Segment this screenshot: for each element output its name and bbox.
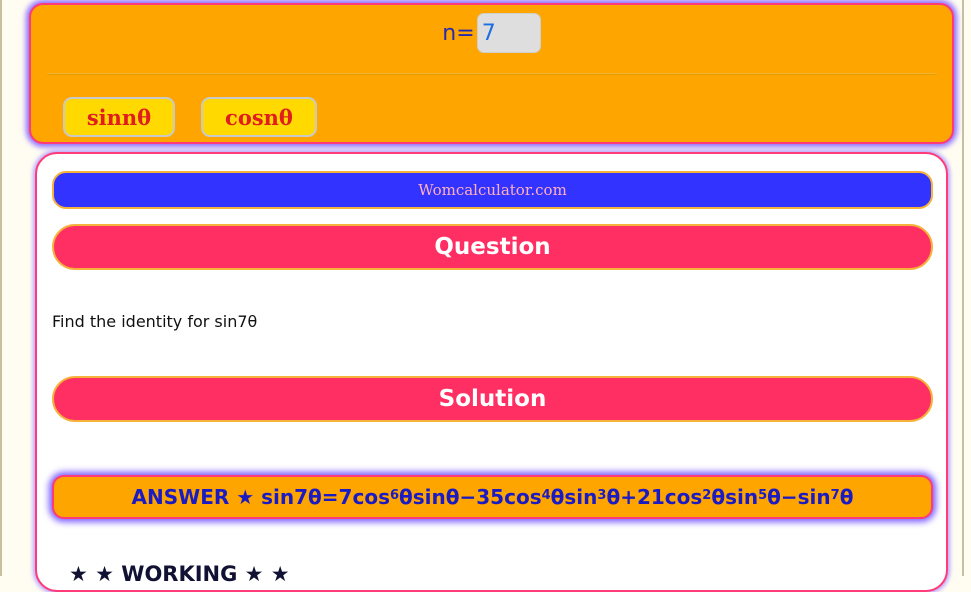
- working-heading: ★ ★ WORKING ★ ★: [69, 562, 290, 586]
- question-text: Find the identity for sin7θ: [52, 312, 258, 331]
- result-card: Womcalculator.com Question Find the iden…: [35, 152, 948, 592]
- control-panel: n= sinnθ cosnθ: [29, 3, 954, 144]
- answer-box: ANSWER ★ sin7θ=7cos 6 θsinθ−35cos 4 θsin 3 θ+2…: [52, 475, 933, 519]
- answer-term: θ+21cos: [606, 485, 703, 509]
- answer-term: θsinθ−35cos: [399, 485, 542, 509]
- answer-power: 2: [702, 487, 712, 503]
- page-left-border: [0, 0, 2, 576]
- answer-term: θsin: [550, 485, 598, 509]
- answer-term: θsin: [711, 485, 759, 509]
- cos-n-theta-button[interactable]: cosnθ: [201, 97, 317, 137]
- answer-prefix: ANSWER ★ sin7θ=7cos: [131, 485, 390, 509]
- answer-power: 7: [830, 487, 840, 503]
- answer-power: 6: [389, 487, 400, 503]
- answer-power: 3: [597, 487, 607, 503]
- n-input-row: n=: [31, 13, 952, 55]
- panel-divider: [47, 73, 937, 75]
- n-input[interactable]: [476, 13, 541, 53]
- answer-power: 4: [541, 487, 551, 503]
- page-right-border: [962, 0, 964, 576]
- answer-term: θ−sin: [767, 485, 831, 509]
- brand-banner: Womcalculator.com: [52, 171, 933, 209]
- solution-heading: Solution: [52, 376, 933, 422]
- answer-power: 5: [758, 487, 768, 503]
- n-label: n=: [442, 20, 475, 46]
- sin-n-theta-button[interactable]: sinnθ: [63, 97, 175, 137]
- answer-term: θ: [839, 485, 854, 509]
- question-heading: Question: [52, 224, 933, 270]
